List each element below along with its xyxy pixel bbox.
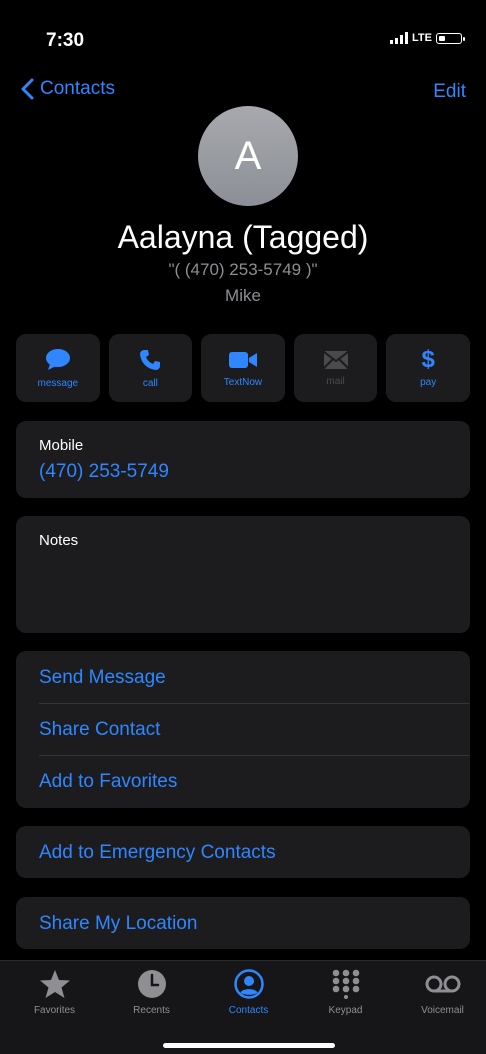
- status-bar: 7:30 LTE: [0, 0, 486, 60]
- voicemail-icon: [425, 975, 460, 993]
- avatar: A: [198, 106, 298, 206]
- navigation-bar: Contacts Edit: [0, 78, 486, 108]
- clock-time: 7:30: [46, 30, 85, 51]
- tab-contacts[interactable]: Contacts: [200, 969, 297, 1016]
- notes-card[interactable]: Notes: [16, 516, 470, 633]
- share-my-location-button[interactable]: Share My Location: [39, 913, 470, 935]
- chevron-left-icon: [21, 78, 34, 100]
- dollar-icon: $: [421, 345, 435, 373]
- call-action-button[interactable]: call: [108, 334, 193, 402]
- clock-icon: [137, 970, 166, 998]
- notes-label: Notes: [39, 532, 79, 549]
- pay-action-button[interactable]: $ pay: [386, 334, 470, 402]
- mail-icon: [322, 350, 349, 369]
- divider: [39, 703, 470, 704]
- tab-keypad-label: Keypad: [328, 1005, 363, 1016]
- options-card: Send Message Share Contact Add to Favori…: [16, 651, 470, 808]
- tab-favorites-label: Favorites: [33, 1005, 76, 1016]
- tab-favorites[interactable]: Favorites: [6, 969, 103, 1016]
- back-button[interactable]: Contacts: [20, 78, 115, 100]
- call-action-label: call: [142, 377, 158, 389]
- mail-action-button: mail: [293, 334, 378, 402]
- textnow-action-label: TextNow: [223, 376, 263, 388]
- tab-bar: Favorites Recents Contacts Keypad Voicem…: [0, 960, 486, 1054]
- tab-recents[interactable]: Recents: [103, 969, 200, 1016]
- emergency-card: Add to Emergency Contacts: [16, 826, 470, 878]
- tab-voicemail-label: Voicemail: [421, 1005, 464, 1016]
- share-contact-button[interactable]: Share Contact: [39, 719, 470, 741]
- mobile-label: Mobile: [39, 437, 84, 454]
- video-icon: [228, 351, 257, 368]
- phone-icon: [140, 349, 161, 370]
- contact-nickname: "( (470) 253-5749 )": [168, 260, 318, 279]
- person-circle-icon: [233, 969, 264, 999]
- divider: [39, 755, 470, 756]
- tab-contacts-label: Contacts: [228, 1005, 269, 1016]
- tab-recents-label: Recents: [133, 1005, 170, 1016]
- quick-actions: message call TextNow mail $ pay: [16, 334, 470, 402]
- message-action-label: message: [37, 377, 79, 389]
- battery-icon: [436, 32, 465, 44]
- mobile-number-link[interactable]: (470) 253-5749: [39, 461, 169, 483]
- mobile-card: Mobile (470) 253-5749: [16, 421, 470, 498]
- star-icon: [39, 970, 70, 998]
- location-card: Share My Location: [16, 897, 470, 949]
- mail-action-label: mail: [326, 375, 345, 387]
- network-type: LTE: [412, 32, 432, 44]
- contact-name: Aalayna (Tagged): [117, 219, 369, 255]
- home-indicator[interactable]: [163, 1043, 335, 1048]
- textnow-action-button[interactable]: TextNow: [201, 334, 285, 402]
- keypad-icon: [332, 969, 359, 999]
- add-to-emergency-contacts-button[interactable]: Add to Emergency Contacts: [39, 842, 470, 864]
- back-label: Contacts: [40, 78, 115, 99]
- contact-company: Mike: [225, 286, 261, 305]
- avatar-initial: A: [234, 133, 262, 178]
- send-message-button[interactable]: Send Message: [39, 667, 470, 689]
- add-to-favorites-button[interactable]: Add to Favorites: [39, 771, 470, 793]
- status-indicators: LTE: [390, 32, 465, 44]
- message-action-button[interactable]: message: [16, 334, 100, 402]
- tab-keypad[interactable]: Keypad: [297, 969, 394, 1016]
- message-bubble-icon: [45, 348, 70, 370]
- edit-button[interactable]: Edit: [433, 81, 466, 103]
- pay-action-label: pay: [420, 376, 437, 388]
- signal-bars-icon: [390, 32, 409, 44]
- tab-voicemail[interactable]: Voicemail: [394, 969, 486, 1016]
